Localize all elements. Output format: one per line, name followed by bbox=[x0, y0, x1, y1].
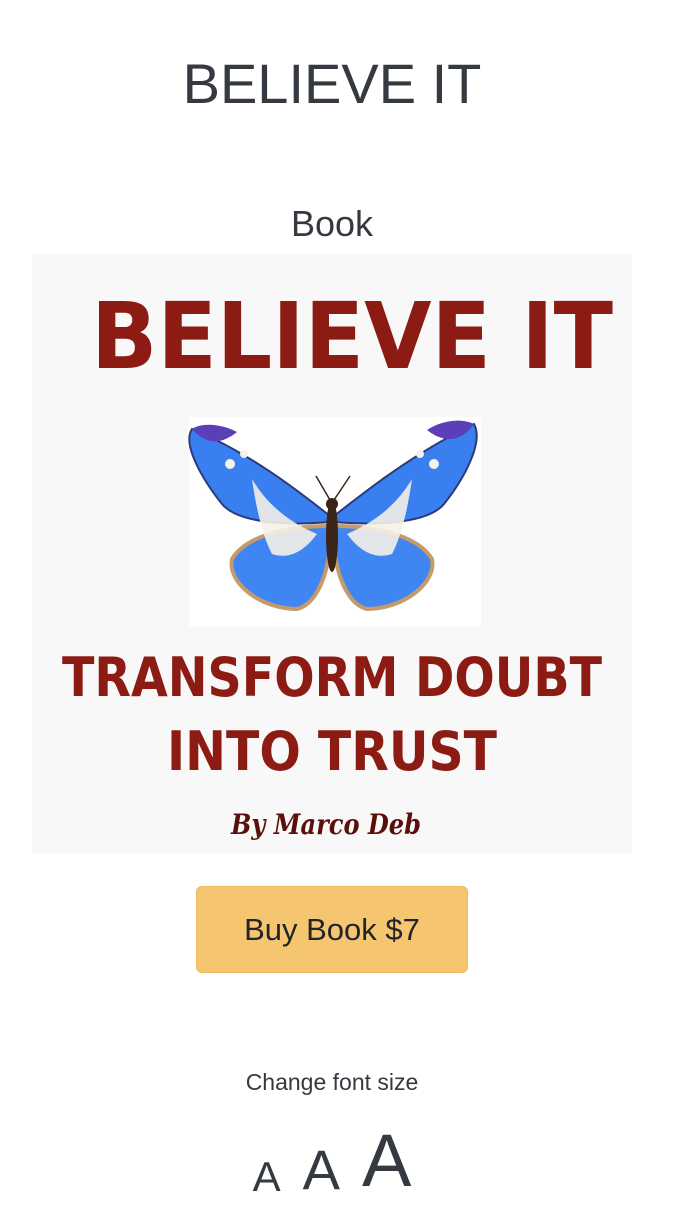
buy-book-button[interactable]: Buy Book $7 bbox=[196, 886, 468, 973]
font-size-large-button[interactable]: A bbox=[362, 1124, 411, 1198]
page-title: BELIEVE IT bbox=[182, 52, 482, 115]
book-cover-image: BELIEVE IT TRANSFORM DOUBT INTO TRUST By… bbox=[32, 254, 632, 854]
font-size-medium-button[interactable]: A bbox=[303, 1142, 340, 1198]
font-size-controls: A A A bbox=[0, 1118, 664, 1198]
cover-title: BELIEVE IT bbox=[91, 283, 613, 390]
section-heading: Book bbox=[290, 203, 374, 244]
cover-subtitle-line1: TRANSFORM DOUBT bbox=[62, 646, 602, 709]
cover-subtitle-line2: INTO TRUST bbox=[167, 720, 497, 783]
butterfly-illustration bbox=[188, 417, 481, 627]
font-size-small-button[interactable]: A bbox=[253, 1156, 281, 1198]
change-font-size-label: Change font size bbox=[245, 1069, 419, 1095]
cover-author: By Marco Deb bbox=[230, 808, 421, 841]
